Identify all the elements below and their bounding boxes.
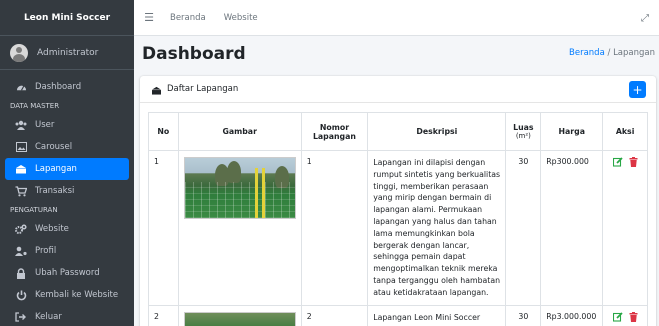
sidebar-item-kembali[interactable]: Kembali ke Website	[5, 284, 129, 306]
field-icon	[15, 163, 27, 175]
sidebar-item-label: Profil	[35, 246, 57, 256]
cell-luas: 30	[505, 304, 542, 326]
sidebar-item-carousel[interactable]: Carousel	[5, 136, 129, 158]
users-icon	[15, 119, 27, 131]
breadcrumb-separator: /	[607, 48, 611, 58]
cell-nomor: 2	[300, 304, 369, 326]
cell-harga: Rp300.000	[540, 150, 604, 306]
sidebar-item-keluar[interactable]: Keluar	[5, 306, 129, 326]
edit-icon[interactable]	[612, 311, 623, 324]
fullscreen-icon[interactable]: ⤢	[641, 13, 649, 24]
user-name[interactable]: Administrator	[37, 48, 98, 58]
sidebar-item-label: Transaksi	[35, 186, 75, 196]
cell-luas: 30	[505, 150, 542, 306]
cell-deskripsi: Lapangan ini dilapisi dengan rumput sint…	[367, 150, 507, 306]
goal-post-shape	[261, 168, 265, 218]
lapangan-card: Daftar Lapangan + No Gambar Nomor Lapang…	[140, 76, 656, 326]
lapangan-table: No Gambar Nomor Lapangan Deskripsi Luas …	[148, 112, 648, 326]
sidebar-item-website[interactable]: Website	[5, 218, 129, 240]
sidebar-item-user[interactable]: User	[5, 114, 129, 136]
sidebar-item-dashboard[interactable]: Dashboard	[5, 76, 129, 98]
column-header-nomor: Nomor Lapangan	[300, 112, 369, 151]
user-cog-icon	[15, 245, 27, 257]
brand[interactable]: Leon Mini Soccer	[0, 0, 134, 36]
sidebar-item-label: Lapangan	[35, 164, 77, 174]
breadcrumb: Beranda / Lapangan	[569, 48, 655, 58]
cell-nomor: 1	[300, 150, 369, 306]
cell-no: 2	[148, 304, 179, 326]
field-image[interactable]	[183, 157, 296, 219]
field-icon	[151, 80, 162, 99]
sidebar-item-label: Ubah Password	[35, 268, 100, 278]
sidebar-item-label: Carousel	[35, 142, 73, 152]
sidebar-item-lapangan[interactable]: Lapangan	[5, 158, 129, 180]
cart-icon	[15, 185, 27, 197]
luas-label: Luas	[513, 123, 534, 132]
column-header-deskripsi: Deskripsi	[367, 112, 507, 151]
lock-icon	[15, 267, 27, 279]
sidebar-item-label: Keluar	[35, 312, 62, 322]
card-header: Daftar Lapangan +	[140, 76, 656, 103]
top-navbar: ☰ Beranda Website ⤢	[134, 0, 659, 36]
content-header: Dashboard Beranda / Lapangan	[134, 36, 659, 76]
hamburger-menu-icon[interactable]: ☰	[134, 11, 164, 24]
table-row: 2 2 Lapangan Leon Mini Soccer 30 Rp3.000…	[148, 304, 648, 326]
sidebar: Leon Mini Soccer Administrator Dashboard…	[0, 0, 134, 326]
page-title: Dashboard	[142, 44, 246, 64]
breadcrumb-home[interactable]: Beranda	[569, 48, 605, 58]
sidebar-item-label: Website	[35, 224, 69, 234]
tree-shape	[226, 161, 241, 183]
cell-aksi	[602, 150, 648, 306]
cell-deskripsi: Lapangan Leon Mini Soccer	[367, 304, 507, 326]
image-icon	[15, 141, 27, 153]
dashboard-icon	[15, 81, 27, 93]
nav-link-website[interactable]: Website	[224, 13, 258, 23]
goal-post-shape	[254, 168, 258, 218]
user-panel[interactable]: Administrator	[0, 36, 134, 70]
brand-name[interactable]: Leon Mini Soccer	[24, 13, 110, 23]
delete-icon[interactable]	[629, 311, 638, 324]
cogs-icon	[15, 223, 27, 235]
power-icon	[15, 289, 27, 301]
cell-no: 1	[148, 150, 179, 306]
nav-header-data-master: DATA MASTER	[10, 102, 60, 110]
add-lapangan-button[interactable]: +	[629, 81, 646, 98]
column-header-gambar: Gambar	[177, 112, 302, 151]
field-image[interactable]	[183, 311, 296, 326]
sidebar-item-profil[interactable]: Profil	[5, 240, 129, 262]
cell-aksi	[602, 304, 648, 326]
table-row: 1 1 Lapangan ini dilapisi dengan rumput …	[148, 150, 648, 306]
column-header-no: No	[148, 112, 179, 151]
nav-header-pengaturan: PENGATURAN	[10, 206, 58, 214]
column-header-aksi: Aksi	[602, 112, 648, 151]
sign-out-icon	[15, 311, 27, 323]
table-header-row: No Gambar Nomor Lapangan Deskripsi Luas …	[148, 112, 648, 151]
card-title: Daftar Lapangan	[167, 84, 239, 94]
sidebar-item-ubah-password[interactable]: Ubah Password	[5, 262, 129, 284]
edit-icon[interactable]	[612, 157, 623, 169]
nav-link-beranda[interactable]: Beranda	[170, 13, 206, 23]
cell-harga: Rp3.000.000	[540, 304, 604, 326]
cell-gambar	[177, 150, 302, 306]
luas-unit: (m²)	[515, 132, 531, 140]
breadcrumb-current: Lapangan	[613, 48, 655, 58]
sidebar-item-label: Dashboard	[35, 82, 82, 92]
column-header-harga: Harga	[540, 112, 604, 151]
avatar	[10, 43, 28, 62]
delete-icon[interactable]	[629, 157, 638, 169]
sidebar-item-label: Kembali ke Website	[35, 290, 119, 300]
sidebar-item-transaksi[interactable]: Transaksi	[5, 180, 129, 202]
cell-gambar	[177, 304, 302, 326]
sidebar-item-label: User	[35, 120, 55, 130]
column-header-luas: Luas (m²)	[505, 112, 542, 151]
net-shape	[184, 182, 295, 218]
